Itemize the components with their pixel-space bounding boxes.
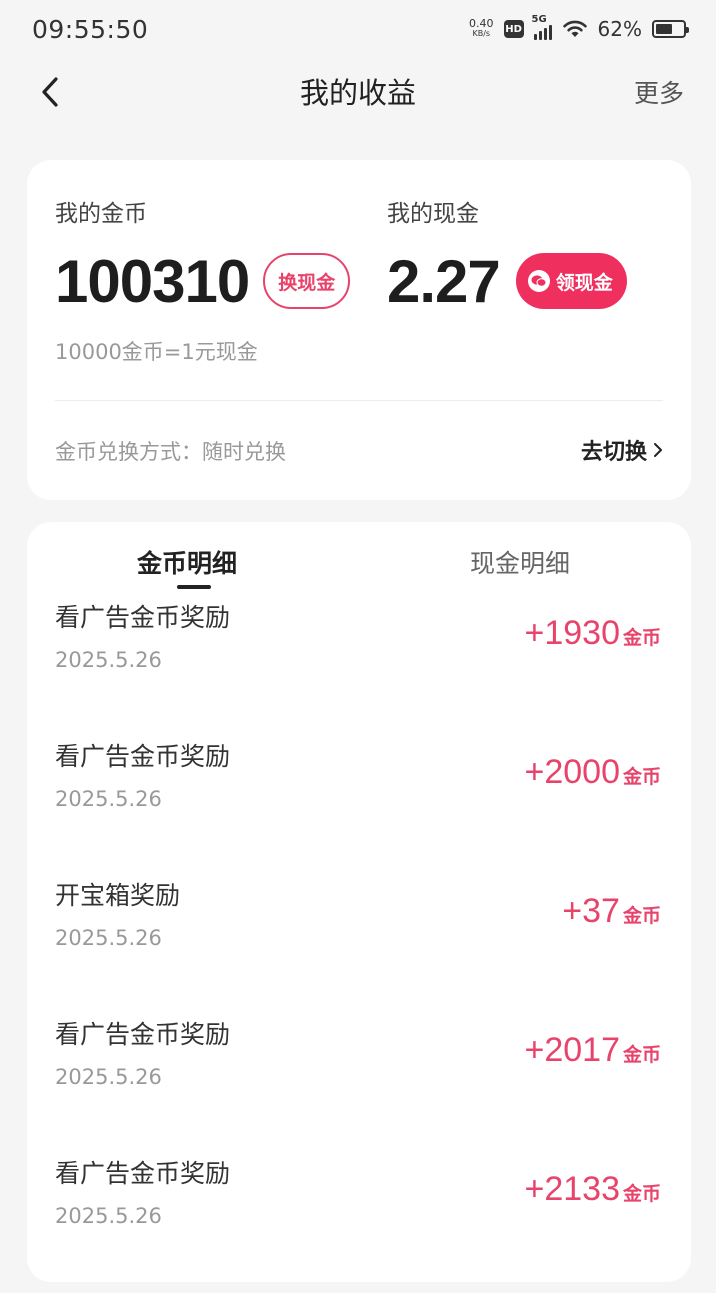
record-date: 2025.5.26 <box>55 648 162 672</box>
wifi-icon <box>562 20 587 37</box>
record-date: 2025.5.26 <box>55 787 162 811</box>
record-date: 2025.5.26 <box>55 1204 162 1228</box>
more-button[interactable]: 更多 <box>634 74 684 110</box>
list-item: 看广告金币奖励 2025.5.26 +2017 金币 <box>27 1015 691 1154</box>
record-title: 看广告金币奖励 <box>55 742 231 771</box>
exchange-cash-button[interactable]: 换现金 <box>263 253 351 309</box>
chevron-right-icon <box>654 443 662 457</box>
cash-value: 2.27 <box>387 247 501 315</box>
net-speed-unit: KB/s <box>472 29 491 38</box>
list-item: 看广告金币奖励 2025.5.26 +1930 金币 <box>27 598 691 737</box>
status-icons: 0.40 KB/s HD 5G 62% <box>469 14 689 41</box>
chevron-left-icon <box>42 77 58 107</box>
wechat-icon <box>527 270 550 292</box>
record-amount-unit: 金币 <box>622 1044 661 1066</box>
tab-cash-detail[interactable]: 现金明细 <box>470 544 570 580</box>
record-date: 2025.5.26 <box>55 1065 162 1089</box>
switch-label: 去切换 <box>580 440 647 465</box>
hd-icon: HD <box>503 20 524 38</box>
exchange-rate: 10000金币=1元现金 <box>55 340 258 364</box>
claim-cash-label: 领现金 <box>555 271 613 294</box>
cash-label: 我的现金 <box>387 201 479 227</box>
record-amount-unit: 金币 <box>622 905 661 927</box>
status-time: 09:55:50 <box>32 14 149 44</box>
coins-section: 我的金币 100310 换现金 <box>55 194 351 316</box>
divider <box>55 400 663 401</box>
record-amount-value: +2133 <box>524 1170 620 1208</box>
record-amount-value: +2017 <box>524 1031 620 1069</box>
detail-tabs: 金币明细 现金明细 <box>27 522 691 592</box>
list-item: 开宝箱奖励 2025.5.26 +37 金币 <box>27 876 691 1015</box>
coins-label: 我的金币 <box>55 201 147 227</box>
nav-bar: 我的收益 更多 <box>0 58 716 124</box>
status-bar: 09:55:50 0.40 KB/s HD 5G 62% <box>0 0 716 58</box>
record-amount: +1930 金币 <box>524 614 661 653</box>
list-item: 看广告金币奖励 2025.5.26 +2000 金币 <box>27 737 691 876</box>
record-amount-value: +2000 <box>524 753 620 791</box>
record-amount-unit: 金币 <box>622 1183 661 1205</box>
record-title: 看广告金币奖励 <box>55 1159 231 1188</box>
record-title: 看广告金币奖励 <box>55 603 231 632</box>
battery-icon <box>652 20 689 38</box>
signal-icon: 5G <box>532 14 552 40</box>
record-amount-unit: 金币 <box>622 766 661 788</box>
record-title: 开宝箱奖励 <box>55 881 181 910</box>
record-date: 2025.5.26 <box>55 926 162 950</box>
battery-percent: 62% <box>597 17 642 41</box>
record-title: 看广告金币奖励 <box>55 1020 231 1049</box>
coins-value: 100310 <box>55 247 250 315</box>
exchange-method: 金币兑换方式：随时兑换 <box>55 440 286 464</box>
record-amount-value: +1930 <box>524 614 620 652</box>
net-speed: 0.40 KB/s <box>469 17 494 39</box>
detail-card: 金币明细 现金明细 看广告金币奖励 2025.5.26 +1930 金币 看广告… <box>27 522 691 1282</box>
network-type: 5G <box>531 14 547 25</box>
back-button[interactable] <box>30 72 70 112</box>
list-item: 看广告金币奖励 2025.5.26 +2133 金币 <box>27 1154 691 1293</box>
tab-coin-detail[interactable]: 金币明细 <box>137 544 237 580</box>
page-title: 我的收益 <box>299 76 416 110</box>
net-speed-value: 0.40 <box>469 17 494 30</box>
cash-section: 我的现金 2.27 领现金 <box>387 194 627 316</box>
record-amount: +37 金币 <box>562 892 661 931</box>
claim-cash-button[interactable]: 领现金 <box>515 253 627 309</box>
record-amount-unit: 金币 <box>622 627 661 649</box>
record-amount: +2133 金币 <box>524 1170 661 1209</box>
record-amount: +2017 金币 <box>524 1031 661 1070</box>
switch-method-link[interactable]: 去切换 <box>581 434 663 466</box>
record-amount-value: +37 <box>562 892 620 930</box>
earnings-card: 我的金币 100310 换现金 我的现金 2.27 领现金 10000金币=1元… <box>27 160 691 500</box>
tab-indicator <box>177 585 211 589</box>
record-amount: +2000 金币 <box>524 753 661 792</box>
